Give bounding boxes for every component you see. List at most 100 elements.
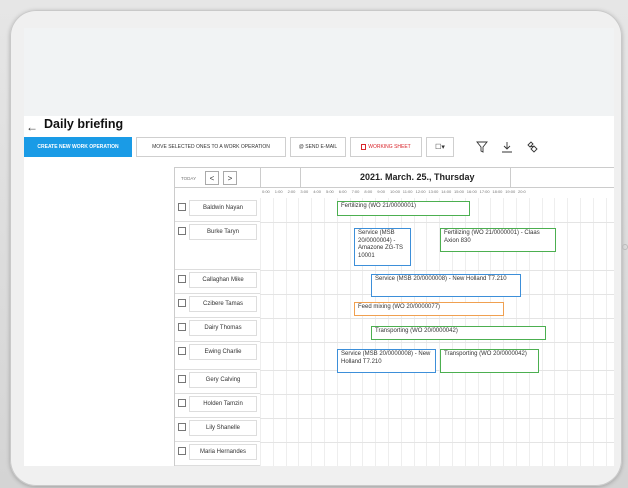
resource-name: Burke Taryn [189, 224, 257, 240]
nav-divider [300, 168, 301, 188]
resource-name: Dairy Thomas [189, 320, 257, 336]
grid-line [349, 198, 351, 466]
resource-row: Dairy Thomas [175, 318, 260, 342]
row-checkbox[interactable] [178, 203, 186, 211]
row-checkbox[interactable] [178, 399, 186, 407]
grid-line [580, 198, 581, 466]
grid-line [260, 342, 614, 343]
resource-name: Lily Shanelle [189, 420, 257, 436]
grid-line [260, 222, 614, 223]
resource-name: Ewing Charlie [189, 344, 257, 360]
hour-label: 16:00 [466, 189, 477, 194]
resource-name: Czibere Tamas [189, 296, 257, 312]
schedule-event[interactable]: Fertilizing (WO 21/0000001) - Claas Axio… [440, 228, 556, 252]
hour-label: 1:00 [274, 189, 283, 194]
resource-row: Holden Tamzin [175, 394, 260, 418]
resource-name: Gery Calving [189, 372, 257, 388]
next-day-button[interactable]: > [223, 171, 237, 185]
grid-line [260, 198, 261, 466]
nav-divider [510, 168, 511, 188]
hours-header: 0:00 1:00 2:00 3:00 4:00 5:00 6:00 7:00 8:00 9:00… [260, 188, 614, 198]
grid-line [260, 442, 614, 443]
toolbar: CREATE NEW WORK OPERATION MOVE SELECTED … [24, 137, 614, 157]
resource-row: Lily Shanelle [175, 418, 260, 442]
hour-label: 15:00 [454, 189, 465, 194]
download-icon[interactable] [497, 137, 517, 157]
grid-line [260, 370, 614, 371]
resource-name: Baldwin Nayan [189, 200, 257, 216]
schedule-event[interactable]: Transporting (WO 20/0000042) [371, 326, 546, 340]
resource-row: Gery Calving [175, 370, 260, 394]
hour-label: 18:00 [492, 189, 503, 194]
grid-line [285, 198, 287, 466]
move-to-work-operation-button[interactable]: MOVE SELECTED ONES TO A WORK OPERATION [136, 137, 286, 157]
device-side-button [622, 244, 628, 250]
hour-label: 5:00 [326, 189, 334, 194]
hour-label: 0:00 [262, 189, 270, 194]
resource-row: Czibere Tamas [175, 294, 260, 318]
row-checkbox[interactable] [178, 275, 186, 283]
resource-name: Callaghan Mike [189, 272, 257, 288]
row-checkbox[interactable] [178, 323, 186, 331]
hour-label: 11:00 [402, 189, 413, 194]
grid-line [324, 198, 325, 466]
schedule-event[interactable]: Feed mixing (WO 20/0000077) [354, 302, 504, 316]
row-checkbox[interactable] [178, 447, 186, 455]
grid-line [567, 198, 569, 466]
arrow-left-icon[interactable]: ← [26, 120, 38, 134]
resource-row: Callaghan Mike [175, 270, 260, 294]
grid-line [605, 198, 607, 466]
row-checkbox[interactable] [178, 375, 186, 383]
hour-label: 3:00 [300, 189, 309, 194]
prev-day-button[interactable]: < [205, 171, 219, 185]
row-checkbox[interactable] [178, 423, 186, 431]
schedule-event[interactable]: Transporting (WO 20/0000042) [440, 349, 539, 373]
hour-label: 14:00 [441, 189, 452, 194]
resource-name: Maria Hernandes [189, 444, 257, 460]
pdf-icon [361, 144, 367, 150]
hour-label: 9:00 [377, 189, 385, 194]
hour-label: 7:00 [351, 189, 360, 194]
select-dropdown[interactable]: ☐▾ [426, 137, 454, 157]
schedule-event[interactable]: Service (MSB 20/0000008) - New Holland T… [337, 349, 436, 373]
hour-label: 10:00 [390, 189, 401, 194]
grid-line [272, 198, 274, 466]
schedule-event[interactable]: Fertilizing (WO 21/0000001) [337, 201, 470, 216]
grid-line [260, 418, 614, 419]
resource-row: Maria Hernandes [175, 442, 260, 466]
today-button[interactable]: TODAY [178, 171, 199, 185]
schedule-event[interactable]: Service (MSB 20/0000008) - New Holland T… [371, 274, 521, 297]
grid-line [592, 198, 594, 466]
resource-row: Burke Taryn [175, 222, 260, 270]
grid-line [260, 394, 614, 395]
hour-label: 20:0 [518, 189, 526, 194]
hour-label: 19:00 [505, 189, 516, 194]
hour-label: 4:00 [313, 189, 321, 194]
working-sheet-button[interactable]: WORKING SHEET [350, 137, 422, 157]
resource-row: Baldwin Nayan [175, 198, 260, 222]
grid-line [298, 198, 300, 466]
link-icon[interactable] [522, 137, 542, 157]
date-title: 2021. March. 25., Thursday [360, 172, 475, 182]
row-checkbox[interactable] [178, 347, 186, 355]
resource-name: Holden Tamzin [189, 396, 257, 412]
filter-icon[interactable] [472, 137, 492, 157]
grid-line [336, 198, 338, 466]
nav-divider [260, 168, 261, 188]
hour-label: 17:00 [479, 189, 490, 194]
send-email-button[interactable]: @ SEND E-MAIL [290, 137, 346, 157]
schedule-event[interactable]: Service (MSB 20/0000004) - Amazone ZG-TS… [354, 228, 411, 266]
row-checkbox[interactable] [178, 227, 186, 235]
app-screen: ← Daily briefing CREATE NEW WORK OPERATI… [24, 28, 614, 466]
grid-line [260, 270, 614, 271]
resource-row: Ewing Charlie [175, 342, 260, 370]
create-work-operation-button[interactable]: CREATE NEW WORK OPERATION [24, 137, 132, 157]
hour-label: 13:00 [428, 189, 439, 194]
hour-label: 2:00 [287, 189, 296, 194]
calendar-navigation: TODAY < > 2021. March. 25., Thursday [175, 168, 614, 188]
grid-line [260, 318, 614, 319]
schedule-grid: TODAY < > 2021. March. 25., Thursday 0:0… [174, 167, 614, 466]
hour-label: 12:00 [415, 189, 426, 194]
hour-label: 8:00 [364, 189, 373, 194]
row-checkbox[interactable] [178, 299, 186, 307]
